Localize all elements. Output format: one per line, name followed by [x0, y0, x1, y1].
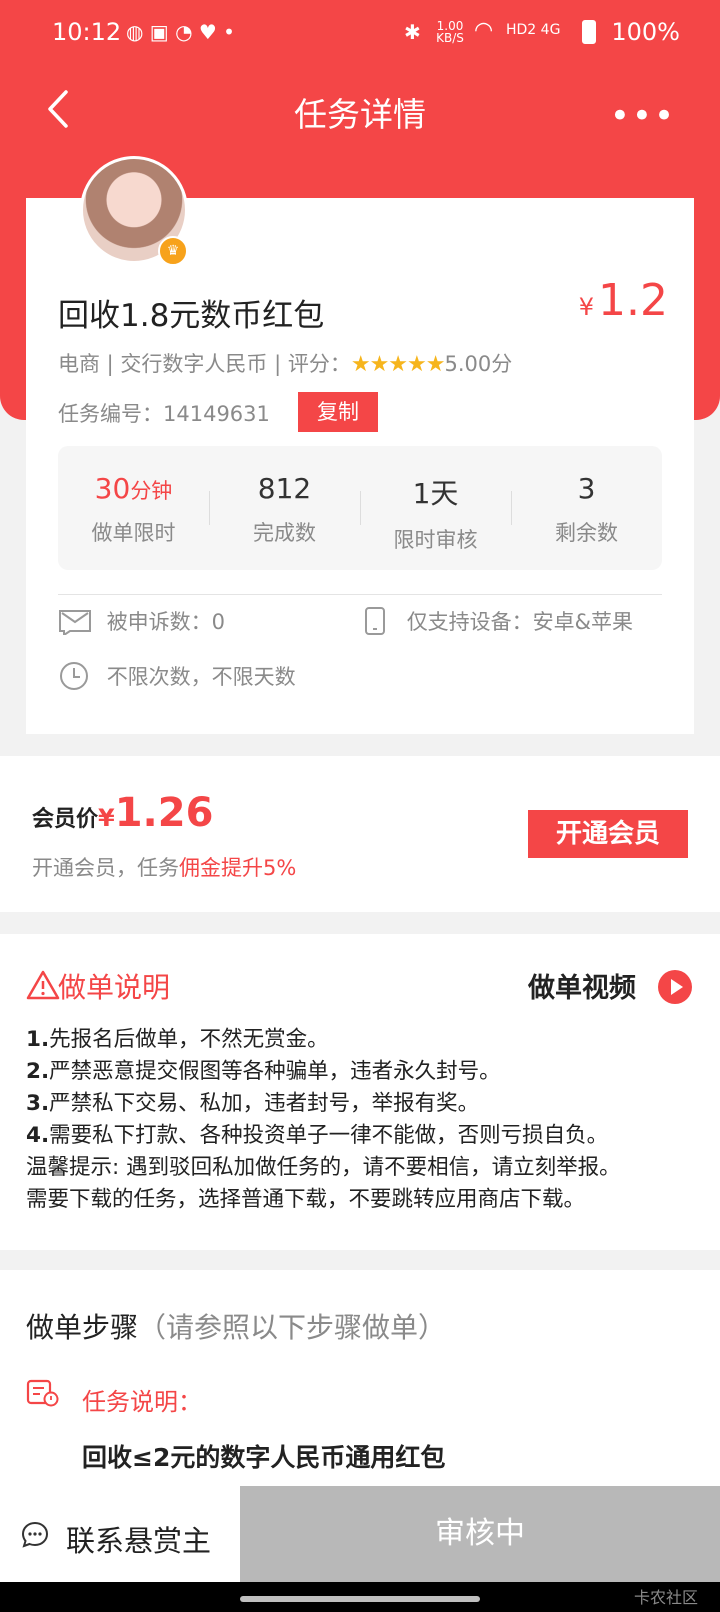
steps-note: （请参照以下步骤做单）	[138, 1311, 447, 1344]
stat-label: 限时审核	[393, 528, 478, 552]
video-link[interactable]: 做单视频	[528, 966, 636, 1005]
under-review-button[interactable]: 审核中	[240, 1486, 720, 1582]
instruction-line: 温馨提示: 遇到驳回私加做任务的，请不要相信，请立刻举报。	[26, 1155, 621, 1180]
task-price: ¥1.2	[579, 275, 668, 326]
envelope-icon	[59, 610, 91, 635]
warning-icon	[26, 970, 60, 1000]
battery-icon	[582, 20, 596, 44]
supported-devices: 仅支持设备：安卓&苹果	[406, 610, 634, 634]
home-indicator[interactable]	[240, 1596, 480, 1602]
instruction-line: 需要下载的任务，选择普通下载，不要跳转应用商店下载。	[26, 1187, 586, 1212]
instruction-line: 2.严禁恶意提交假图等各种骗单，违者永久封号。	[26, 1059, 501, 1084]
status-bar: 10:12 ◍ ▣ ◔ ♥ • ✱ 1.00 KB/S ◠ HD2 4G 100…	[0, 0, 720, 66]
member-label: 会员价	[32, 807, 99, 832]
task-meta: 电商 | 交行数字人民币 | 评分：★★★★★5.00分	[58, 348, 512, 378]
steps-heading: 做单步骤	[26, 1311, 139, 1344]
instructions-list: 1.先报名后做单，不然无赏金。 2.严禁恶意提交假图等各种骗单，违者永久封号。 …	[26, 1024, 706, 1216]
stat-value: 3	[577, 472, 596, 505]
price-symbol: ¥	[578, 293, 595, 321]
stat-review-limit: 1天 限时审核	[360, 446, 511, 570]
member-price-symbol: ¥	[98, 804, 115, 832]
member-benefit: 开通会员，任务佣金提升5%	[32, 852, 296, 882]
app-notification-icons: ◍ ▣ ◔ ♥ •	[126, 20, 235, 44]
status-time: 10:12	[52, 18, 122, 46]
stat-time-limit: 30分钟 做单限时	[58, 446, 209, 570]
task-description-text: 回收≤2元的数字人民币通用红包	[82, 1443, 446, 1472]
member-price-value: 1.26	[114, 790, 214, 836]
contact-label[interactable]: 联系悬赏主	[66, 1518, 211, 1560]
task-number: 任务编号：14149631	[58, 402, 270, 426]
instruction-line: 1.先报名后做单，不然无赏金。	[26, 1027, 329, 1052]
member-benefit-highlight: 佣金提升5%	[179, 856, 297, 880]
stat-value: 1天	[412, 477, 459, 510]
signal-icon: HD2 4G	[506, 22, 561, 38]
steps-title: 做单步骤（请参照以下步骤做单）	[26, 1306, 446, 1346]
task-category: 电商 | 交行数字人民币 | 评分：	[58, 352, 351, 376]
wifi-icon: ◠	[474, 18, 494, 43]
instructions-title: 做单说明	[58, 971, 171, 1004]
limits-row: 不限次数，不限天数	[58, 660, 296, 692]
devices-row: 仅支持设备：安卓&苹果	[364, 606, 633, 636]
stat-value: 812	[257, 472, 312, 505]
divider	[58, 594, 662, 595]
member-benefit-text: 开通会员，任务	[32, 856, 179, 880]
stat-label: 做单限时	[91, 521, 176, 545]
instruction-line: 4.需要私下打款、各种投资单子一律不能做，否则亏损自负。	[26, 1123, 609, 1148]
instruction-line: 3.严禁私下交易、私加，违者封号，举报有奖。	[26, 1091, 480, 1116]
copy-button[interactable]: 复制	[298, 392, 378, 432]
chat-icon	[21, 1521, 49, 1548]
bluetooth-icon: ✱	[404, 20, 421, 44]
clock-icon	[60, 662, 88, 690]
document-icon	[26, 1379, 59, 1407]
play-triangle-icon	[671, 979, 683, 995]
complaints-row: 被申诉数：0	[58, 606, 225, 636]
stat-remaining: 3 剩余数	[511, 446, 662, 570]
stat-value: 30	[94, 472, 131, 505]
crown-icon: ♛	[158, 236, 188, 266]
member-price: 会员价¥1.26	[32, 790, 213, 836]
stat-unit: 分钟	[130, 479, 173, 503]
rating-stars-icon: ★★★★★	[350, 352, 446, 377]
network-speed: 1.00 KB/S	[436, 19, 464, 45]
rating-value: 5.00分	[444, 352, 513, 376]
phone-icon	[365, 607, 385, 635]
more-options-icon[interactable]: •••	[610, 96, 676, 136]
stat-label: 剩余数	[555, 521, 618, 545]
stat-label: 完成数	[253, 521, 316, 545]
play-icon[interactable]	[658, 970, 692, 1004]
task-description-label: 任务说明：	[82, 1388, 202, 1416]
price-value: 1.2	[598, 275, 668, 326]
open-membership-button[interactable]: 开通会员	[528, 810, 688, 858]
complaints-count: 被申诉数：0	[106, 610, 226, 634]
task-title: 回收1.8元数币红包	[58, 298, 325, 334]
limits-text: 不限次数，不限天数	[106, 665, 296, 689]
stat-completed: 812 完成数	[209, 446, 360, 570]
task-stats: 30分钟 做单限时 812 完成数 1天 限时审核 3 剩余数	[58, 446, 662, 570]
watermark: 卡农社区	[633, 1588, 698, 1607]
battery-percent: 100%	[611, 18, 680, 46]
